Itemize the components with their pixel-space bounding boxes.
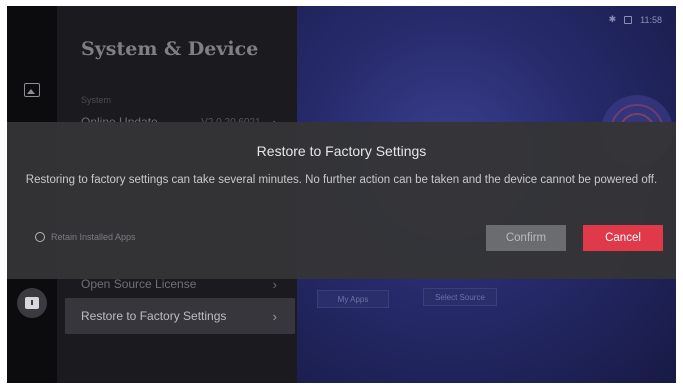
confirm-button[interactable]: Confirm — [486, 225, 566, 251]
gallery-icon[interactable] — [24, 83, 40, 97]
select-source-button[interactable]: Select Source — [423, 288, 497, 306]
device-settings-icon[interactable] — [17, 288, 47, 318]
retain-apps-option[interactable]: Retain Installed Apps — [35, 232, 136, 242]
dialog-title: Restore to Factory Settings — [256, 143, 427, 159]
bluetooth-icon: ✱ — [608, 14, 617, 24]
clock: 11:58 — [640, 14, 662, 25]
factory-reset-dialog: Restore to Factory Settings Restoring to… — [7, 122, 676, 279]
status-bar: ✱ 11:58 — [609, 14, 662, 25]
settings-item-restore-factory[interactable]: Restore to Factory Settings › — [65, 298, 295, 334]
settings-item-label: Restore to Factory Settings — [81, 309, 227, 323]
display-icon — [624, 15, 633, 24]
chevron-right-icon: › — [272, 308, 277, 324]
settings-item-label: Open Source License — [81, 277, 197, 291]
radio-button[interactable] — [35, 232, 45, 242]
cancel-button[interactable]: Cancel — [583, 225, 663, 251]
my-apps-button[interactable]: My Apps — [317, 290, 389, 308]
page-title: System & Device — [81, 38, 259, 60]
retain-apps-label: Retain Installed Apps — [51, 232, 136, 242]
dialog-message: Restoring to factory settings can take s… — [25, 174, 658, 186]
